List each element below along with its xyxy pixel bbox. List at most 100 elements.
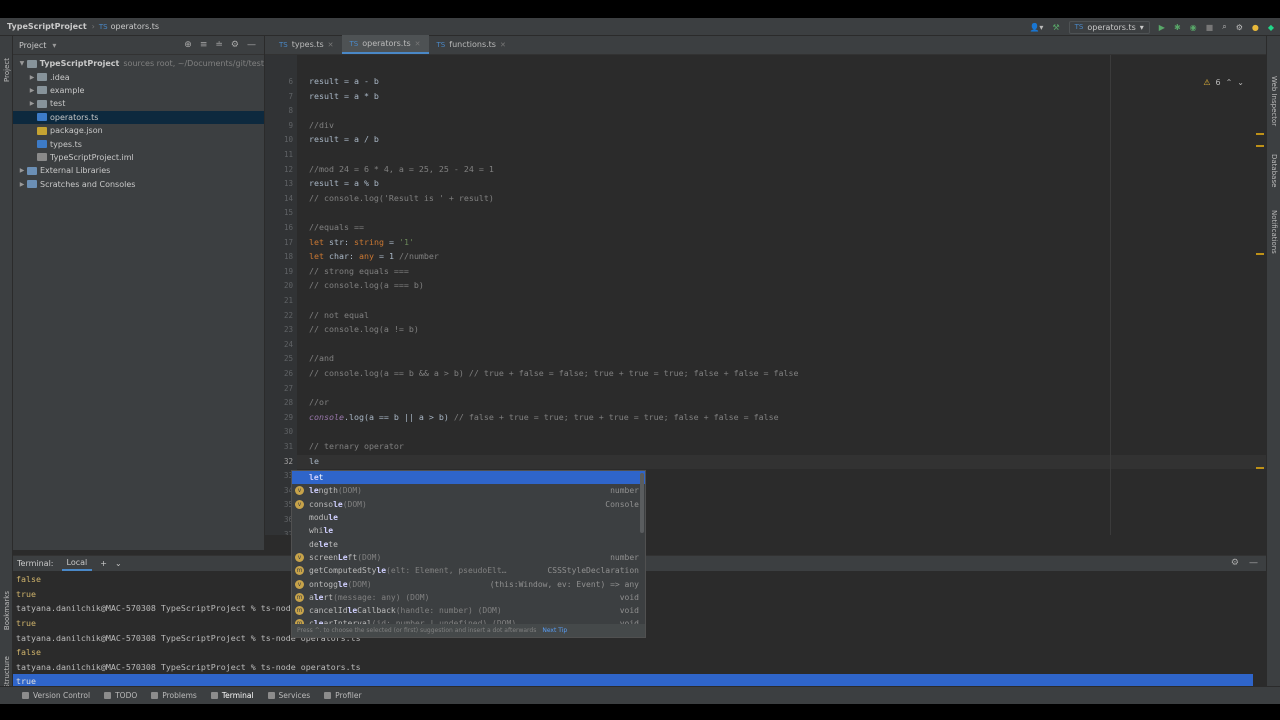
hide-icon[interactable]: — [247, 40, 256, 50]
gear-icon[interactable]: ⚙ [1231, 558, 1239, 568]
chevron-down-icon[interactable]: ▾ [52, 41, 56, 50]
debug-icon[interactable]: ✱ [1174, 23, 1181, 32]
tree-item[interactable]: ▶ .idea [13, 70, 264, 83]
tree-item[interactable]: types.ts [13, 137, 264, 150]
chevron-right-icon[interactable]: ▶ [27, 74, 37, 81]
completion-item-type: number [610, 552, 639, 562]
completion-item[interactable]: module [292, 511, 645, 524]
stop-icon[interactable]: ■ [1206, 23, 1214, 32]
coverage-icon[interactable]: ◉ [1190, 23, 1197, 32]
tree-item[interactable]: TypeScriptProject.iml [13, 151, 264, 164]
tree-root[interactable]: ▼ TypeScriptProject sources root, ~/Docu… [13, 57, 264, 70]
terminal-line-text: true [16, 588, 36, 599]
completion-item[interactable]: v ontoggle (DOM) (this:Window, ev: Event) … [292, 577, 645, 590]
warning-stripe[interactable] [1256, 145, 1264, 147]
folder-file-icon [37, 86, 47, 95]
expand-all-icon[interactable]: ≡ [200, 40, 208, 50]
structure-tool-button[interactable]: Structure [3, 656, 11, 689]
completion-item[interactable]: m alert (message: any) (DOM) void [292, 591, 645, 604]
method-icon: m [295, 592, 304, 602]
line-number: 20 [283, 281, 293, 291]
web-inspector-tool-button[interactable]: Web Inspector [1270, 76, 1278, 126]
close-icon[interactable]: ✕ [415, 40, 421, 48]
completion-item-name: cancelIdleCallback [309, 606, 396, 616]
completion-item[interactable]: v screenLeft (DOM) number [292, 551, 645, 564]
close-icon[interactable]: ✕ [500, 41, 506, 49]
tree-item[interactable]: ▶ External Libraries [13, 164, 264, 177]
close-icon[interactable]: ✕ [328, 41, 334, 49]
completion-scrollbar[interactable] [640, 473, 644, 533]
line-number: 22 [283, 310, 293, 320]
bottom-tool-profiler[interactable]: Profiler [324, 691, 362, 700]
tree-item-label: test [50, 99, 66, 109]
breadcrumb-file[interactable]: TS operators.ts [95, 22, 159, 31]
tree-item[interactable]: operators.ts [13, 110, 264, 124]
chevron-right-icon[interactable]: ▶ [17, 181, 27, 188]
completion-footer-text: Press ^. to choose the selected (or firs… [297, 627, 537, 634]
chevron-down-icon[interactable]: ⌄ [1237, 78, 1244, 87]
inspection-widget[interactable]: ⚠ 6 ⌃ ⌄ [1203, 78, 1244, 87]
warning-stripe[interactable] [1256, 133, 1264, 135]
tab-file[interactable]: TS functions.ts ✕ [429, 35, 514, 54]
completion-item[interactable]: let [292, 471, 645, 485]
tree-item[interactable]: package.json [13, 124, 264, 137]
chevron-right-icon[interactable]: ▶ [17, 167, 27, 174]
bottom-tool-label: TODO [115, 691, 138, 700]
tree-item[interactable]: ▶ Scratches and Consoles [13, 178, 264, 191]
run-icon[interactable]: ▶ [1159, 23, 1165, 32]
tab-file[interactable]: TS types.ts ✕ [271, 35, 342, 54]
new-tab-icon[interactable]: + [100, 559, 107, 568]
completion-item[interactable]: m getComputedStyle (elt: Element, pseudoEl… [292, 564, 645, 577]
locate-icon[interactable]: ⊕ [184, 40, 192, 50]
warning-stripe[interactable] [1256, 467, 1264, 469]
update-icon[interactable]: ● [1252, 23, 1259, 32]
chevron-down-icon[interactable]: ⌄ [115, 559, 122, 568]
gear-icon[interactable]: ⚙ [231, 40, 239, 50]
code-line: //div [309, 119, 334, 130]
completion-item[interactable]: v console (DOM) Console [292, 498, 645, 511]
bottom-tool-todo[interactable]: TODO [104, 691, 137, 700]
search-icon[interactable]: ⌕ [1222, 22, 1226, 32]
collapse-all-icon[interactable]: ≐ [215, 40, 223, 50]
chevron-right-icon[interactable]: ▶ [27, 87, 37, 94]
line-number: 34 [283, 485, 293, 495]
warning-stripe[interactable] [1256, 253, 1264, 255]
run-configuration-select[interactable]: TS operators.ts ▾ [1068, 20, 1150, 34]
line-number: 33 [283, 471, 293, 481]
bottom-tool-label: Problems [162, 691, 197, 700]
tab-local[interactable]: Local [61, 556, 93, 571]
project-tool-button[interactable]: Project [3, 58, 11, 82]
build-hammer-icon[interactable]: ⚒ [1052, 23, 1059, 32]
chevron-up-icon[interactable]: ⌃ [1226, 78, 1233, 87]
line-number: 16 [283, 223, 293, 232]
code-editor[interactable]: 6 7 8 9 10 11 12 13 14 15 16 17 18 19 20 21 22 23 24 25 26 27… [265, 55, 1266, 535]
bottom-tool-version-control[interactable]: Version Control [22, 691, 90, 700]
right-margin-guide [1110, 55, 1111, 535]
tab-file[interactable]: TS operators.ts ✕ [341, 35, 429, 54]
settings-icon[interactable]: ⚙ [1236, 23, 1243, 32]
notifications-tool-button[interactable]: Notifications [1270, 210, 1278, 254]
completion-item[interactable]: m cancelIdleCallback (handle: number) (DOM… [292, 604, 645, 617]
completion-item[interactable]: delete [292, 537, 645, 550]
tree-items: ▶ .idea ▶ example ▶ test operators.ts package.j… [13, 70, 264, 191]
completion-item[interactable]: while [292, 524, 645, 537]
breadcrumb-project[interactable]: TypeScriptProject [0, 22, 87, 31]
completion-item[interactable]: v length (DOM) number [292, 484, 645, 497]
line-gutter: 6 7 8 9 10 11 12 13 14 15 16 17 18 19 20 21 22 23 24 25 26 27… [265, 55, 297, 535]
hide-icon[interactable]: — [1249, 558, 1258, 568]
ts-file-icon [37, 113, 47, 122]
chevron-down-icon[interactable]: ▼ [17, 60, 27, 67]
completion-item-name: alert [309, 592, 334, 602]
bottom-tool-terminal[interactable]: Terminal [210, 691, 254, 700]
bookmarks-tool-button[interactable]: Bookmarks [3, 591, 11, 630]
next-tip-link[interactable]: Next Tip [542, 627, 567, 634]
vcs-user-icon[interactable]: 👤▾ [1029, 23, 1043, 32]
bottom-tool-services[interactable]: Services [267, 691, 310, 700]
chevron-right-icon[interactable]: ▶ [27, 100, 37, 107]
tree-item-label: TypeScriptProject.iml [50, 152, 134, 162]
bottom-tool-problems[interactable]: Problems [151, 691, 197, 700]
database-tool-button[interactable]: Database [1270, 154, 1278, 187]
tree-item[interactable]: ▶ example [13, 84, 264, 97]
tree-item[interactable]: ▶ test [13, 97, 264, 110]
project-panel-title[interactable]: Project [19, 41, 46, 50]
